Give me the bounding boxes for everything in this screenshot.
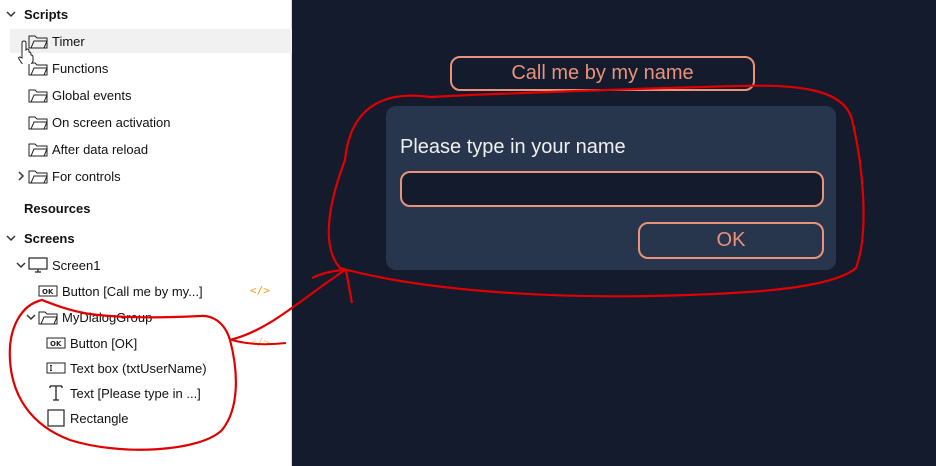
chevron-down-icon[interactable] <box>4 233 18 243</box>
tree-item-label: MyDialogGroup <box>62 309 153 325</box>
tree-item-textbox[interactable]: Text box (txtUserName) <box>46 356 207 380</box>
chevron-down-icon[interactable] <box>24 312 38 322</box>
scripts-section-header[interactable]: Scripts <box>4 2 68 26</box>
monitor-icon <box>28 256 48 274</box>
rectangle-control-icon <box>46 409 66 427</box>
tree-item-mydialoggroup[interactable]: MyDialogGroup <box>24 305 152 329</box>
resources-label: Resources <box>24 200 91 216</box>
tree-item-timer[interactable]: Timer <box>10 29 292 53</box>
folder-icon <box>28 113 48 131</box>
tree-item-for-controls[interactable]: For controls <box>14 164 121 188</box>
chevron-right-icon[interactable] <box>14 171 28 181</box>
folder-icon <box>28 140 48 158</box>
tree-item-on-screen-activation[interactable]: On screen activation <box>28 110 171 134</box>
tree-item-label: Functions <box>52 60 109 76</box>
code-icon[interactable]: </> <box>250 336 270 349</box>
tree-item-label: Rectangle <box>70 410 129 426</box>
tree-item-after-data-reload[interactable]: After data reload <box>28 137 148 161</box>
folder-icon <box>28 167 48 185</box>
tree-item-functions[interactable]: Functions <box>28 56 108 80</box>
tree-item-label: After data reload <box>52 141 149 157</box>
component-tree-panel: Scripts Timer Functions Global events On… <box>0 0 292 466</box>
call-me-button[interactable]: Call me by my name <box>450 56 755 91</box>
code-icon[interactable]: </> <box>250 284 270 297</box>
textbox-control-icon <box>46 359 66 377</box>
tree-item-button-call[interactable]: OK Button [Call me by my...] <box>38 279 203 303</box>
tree-item-label: Button [Call me by my...] <box>62 283 203 299</box>
dialog-prompt-text: Please type in your name <box>400 136 626 158</box>
svg-text:OK: OK <box>50 340 62 348</box>
folder-icon <box>38 308 58 326</box>
dialog-group: Please type in your name OK <box>386 106 836 270</box>
tree-item-label: For controls <box>52 168 121 184</box>
button-control-icon: OK <box>46 334 66 352</box>
tree-item-screen1[interactable]: Screen1 <box>14 253 100 277</box>
chevron-down-icon[interactable] <box>4 9 18 19</box>
svg-text:OK: OK <box>42 288 54 296</box>
tree-item-button-ok[interactable]: OK Button [OK] <box>46 331 137 355</box>
scripts-label: Scripts <box>24 6 69 22</box>
tree-item-text[interactable]: Text [Please type in ...] <box>46 381 201 405</box>
button-control-icon: OK <box>38 282 58 300</box>
screens-label: Screens <box>24 230 75 246</box>
chevron-down-icon[interactable] <box>14 260 28 270</box>
tree-item-label: Button [OK] <box>70 335 138 351</box>
tree-item-label: Global events <box>52 87 132 103</box>
tree-item-label: Timer <box>52 33 85 49</box>
screens-section-header[interactable]: Screens <box>4 226 75 250</box>
text-control-icon <box>46 384 66 402</box>
tree-item-global-events[interactable]: Global events <box>28 83 132 107</box>
folder-icon <box>28 86 48 104</box>
tree-item-label: Screen1 <box>52 257 101 273</box>
tree-item-label: Text box (txtUserName) <box>70 360 207 376</box>
tree-item-rectangle[interactable]: Rectangle <box>46 406 129 430</box>
ok-button[interactable]: OK <box>638 222 824 259</box>
tree-item-label: On screen activation <box>52 114 171 130</box>
tree-item-label: Text [Please type in ...] <box>70 385 201 401</box>
user-name-input[interactable] <box>400 171 824 207</box>
resources-section-header[interactable]: Resources <box>24 196 90 220</box>
hand-cursor-icon <box>18 40 34 64</box>
